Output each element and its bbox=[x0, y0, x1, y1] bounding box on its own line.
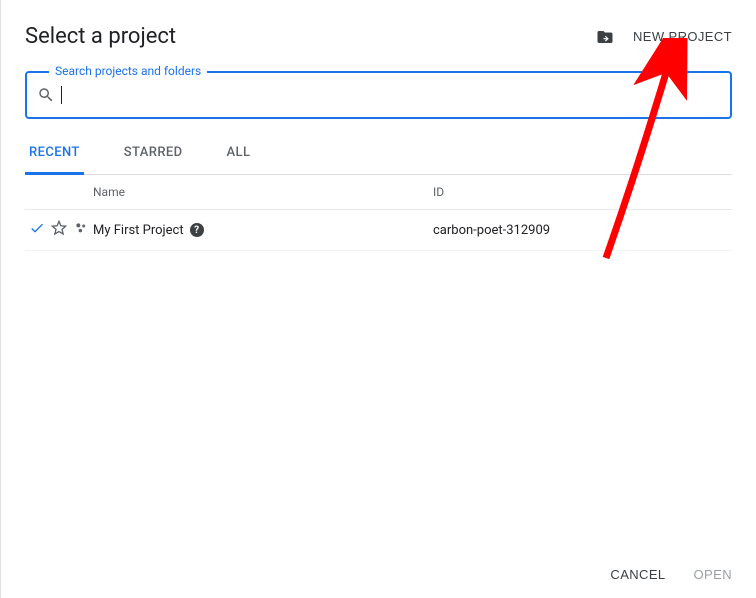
dialog-title: Select a project bbox=[25, 24, 176, 49]
dialog-header: Select a project NEW PROJECT bbox=[25, 24, 732, 49]
selected-check-icon bbox=[29, 220, 45, 240]
tab-starred[interactable]: STARRED bbox=[120, 145, 187, 175]
help-icon[interactable]: ? bbox=[190, 223, 204, 237]
open-button[interactable]: OPEN bbox=[694, 567, 732, 582]
col-header-name: Name bbox=[93, 185, 433, 199]
cancel-button[interactable]: CANCEL bbox=[610, 567, 665, 582]
project-name: My First Project bbox=[93, 223, 184, 238]
search-icon bbox=[37, 86, 55, 104]
row-name-cell: My First Project ? bbox=[93, 223, 433, 238]
project-picker-dialog: Select a project NEW PROJECT Search proj… bbox=[1, 0, 756, 251]
col-header-id: ID bbox=[433, 185, 732, 199]
star-icon[interactable] bbox=[51, 220, 67, 240]
header-actions: NEW PROJECT bbox=[595, 29, 732, 45]
table-header: Name ID bbox=[25, 175, 732, 210]
tab-all[interactable]: ALL bbox=[223, 145, 255, 175]
project-type-icon bbox=[73, 220, 89, 240]
tabs: RECENT STARRED ALL bbox=[25, 145, 732, 175]
new-project-button[interactable]: NEW PROJECT bbox=[633, 29, 732, 44]
tab-recent[interactable]: RECENT bbox=[25, 145, 84, 175]
search-field-wrap[interactable]: Search projects and folders bbox=[25, 71, 732, 119]
project-id: carbon-poet-312909 bbox=[433, 223, 732, 238]
row-icons bbox=[25, 220, 93, 240]
dialog-footer: CANCEL OPEN bbox=[610, 567, 732, 582]
table-row[interactable]: My First Project ? carbon-poet-312909 bbox=[25, 210, 732, 251]
search-label: Search projects and folders bbox=[49, 64, 207, 78]
new-folder-icon[interactable] bbox=[595, 29, 615, 45]
search-input[interactable] bbox=[62, 87, 720, 103]
